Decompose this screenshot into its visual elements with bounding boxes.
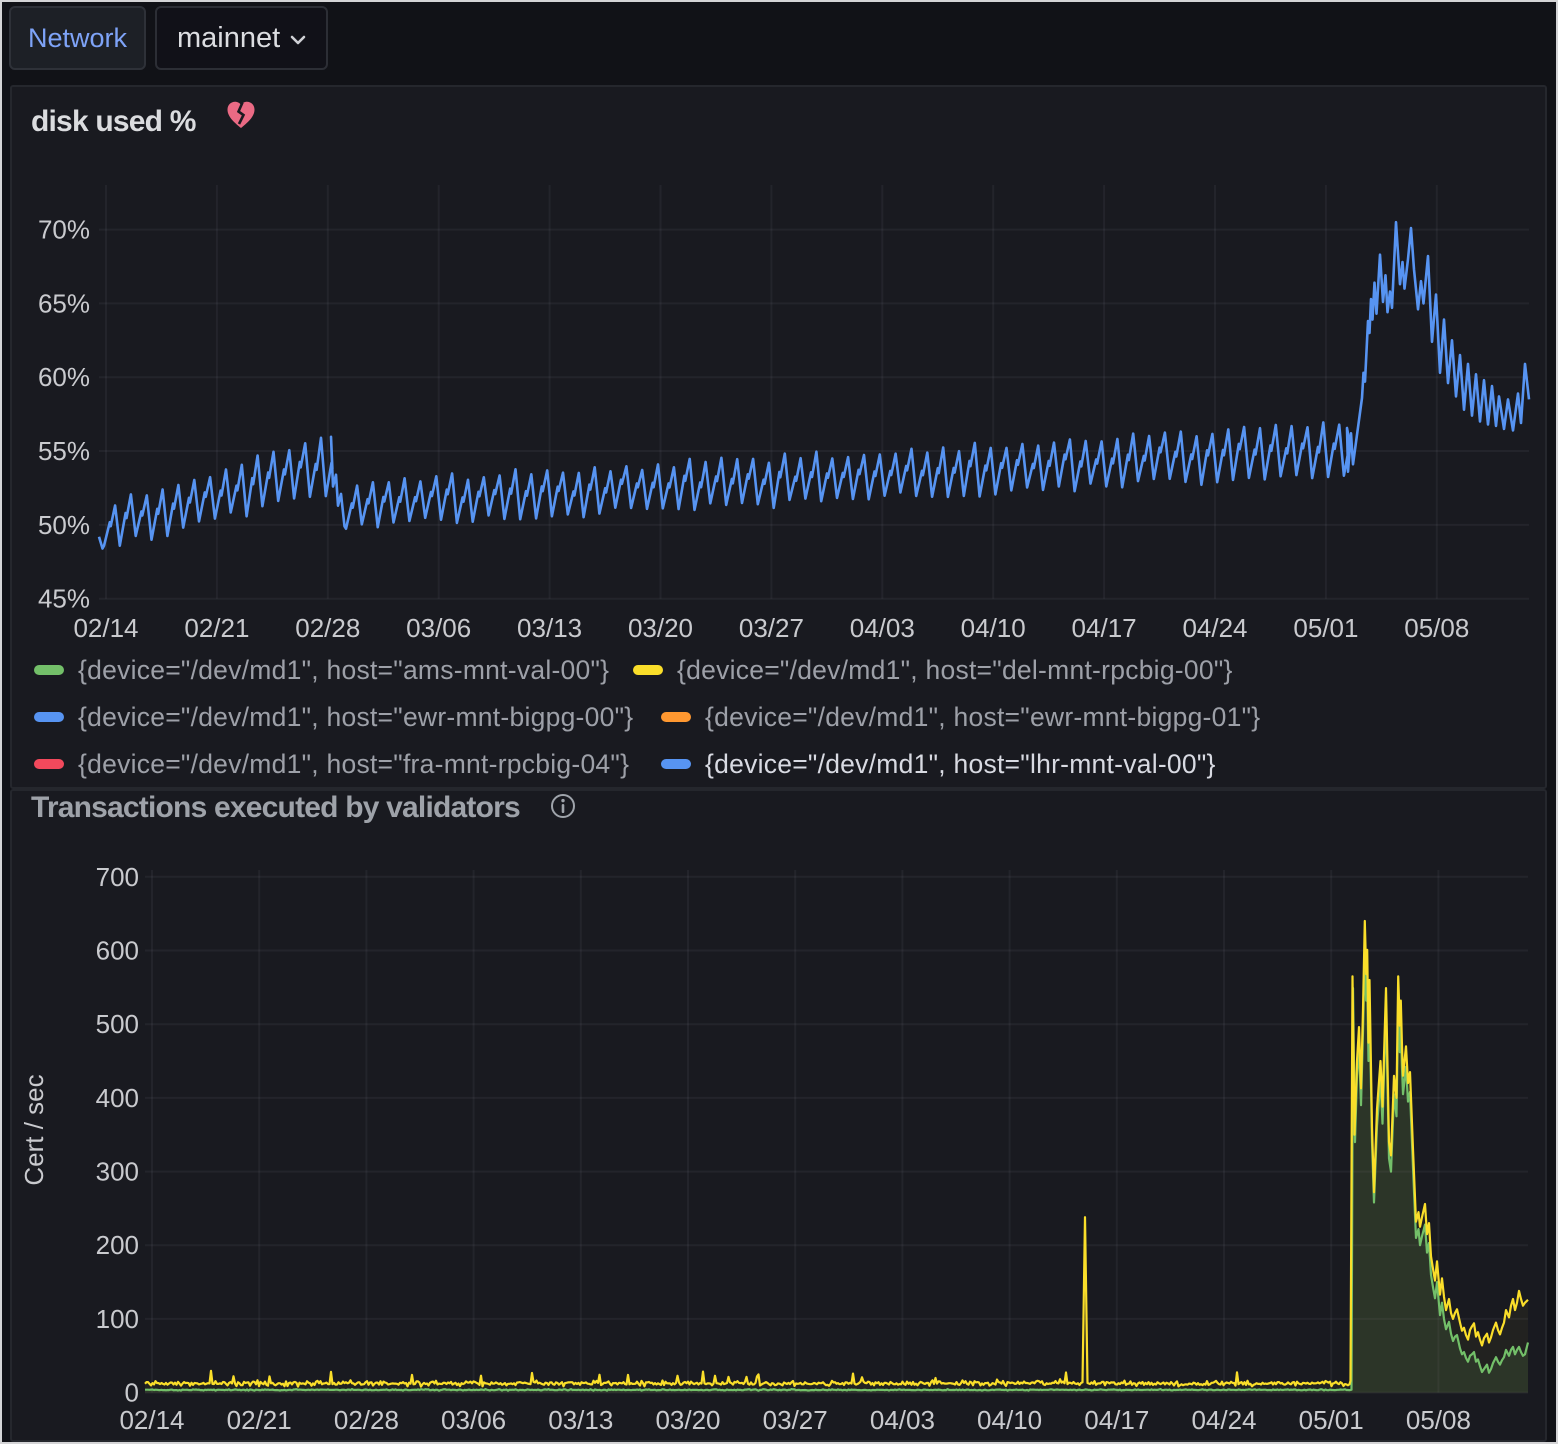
svg-text:55%: 55%	[38, 436, 90, 466]
svg-text:600: 600	[96, 936, 139, 966]
svg-text:04/17: 04/17	[1072, 613, 1137, 643]
svg-text:03/20: 03/20	[628, 613, 693, 643]
svg-text:60%: 60%	[38, 362, 90, 392]
svg-text:03/13: 03/13	[548, 1405, 613, 1435]
svg-text:100: 100	[96, 1304, 139, 1334]
svg-text:03/27: 03/27	[739, 613, 804, 643]
svg-text:04/17: 04/17	[1084, 1405, 1149, 1435]
svg-text:02/21: 02/21	[227, 1405, 292, 1435]
svg-text:02/14: 02/14	[119, 1405, 184, 1435]
svg-text:700: 700	[96, 862, 139, 892]
svg-text:03/13: 03/13	[517, 613, 582, 643]
svg-text:02/28: 02/28	[295, 613, 360, 643]
svg-text:04/03: 04/03	[870, 1405, 935, 1435]
svg-text:02/21: 02/21	[184, 613, 249, 643]
svg-text:70%: 70%	[38, 215, 90, 245]
svg-text:05/01: 05/01	[1299, 1405, 1364, 1435]
svg-text:500: 500	[96, 1009, 139, 1039]
svg-text:200: 200	[96, 1230, 139, 1260]
svg-text:400: 400	[96, 1083, 139, 1113]
svg-text:03/20: 03/20	[655, 1405, 720, 1435]
svg-text:50%: 50%	[38, 510, 90, 540]
svg-text:05/08: 05/08	[1404, 613, 1469, 643]
svg-text:04/24: 04/24	[1191, 1405, 1256, 1435]
svg-text:45%: 45%	[38, 584, 90, 614]
svg-text:0: 0	[125, 1378, 139, 1408]
svg-text:04/03: 04/03	[850, 613, 915, 643]
svg-text:04/10: 04/10	[977, 1405, 1042, 1435]
svg-text:Cert / sec: Cert / sec	[19, 1074, 49, 1185]
svg-text:65%: 65%	[38, 288, 90, 318]
svg-text:300: 300	[96, 1157, 139, 1187]
svg-text:03/27: 03/27	[763, 1405, 828, 1435]
svg-text:05/01: 05/01	[1293, 613, 1358, 643]
svg-text:02/14: 02/14	[73, 613, 138, 643]
svg-text:03/06: 03/06	[406, 613, 471, 643]
svg-text:03/06: 03/06	[441, 1405, 506, 1435]
svg-text:04/24: 04/24	[1182, 613, 1247, 643]
svg-text:02/28: 02/28	[334, 1405, 399, 1435]
svg-text:04/10: 04/10	[961, 613, 1026, 643]
svg-text:05/08: 05/08	[1406, 1405, 1471, 1435]
